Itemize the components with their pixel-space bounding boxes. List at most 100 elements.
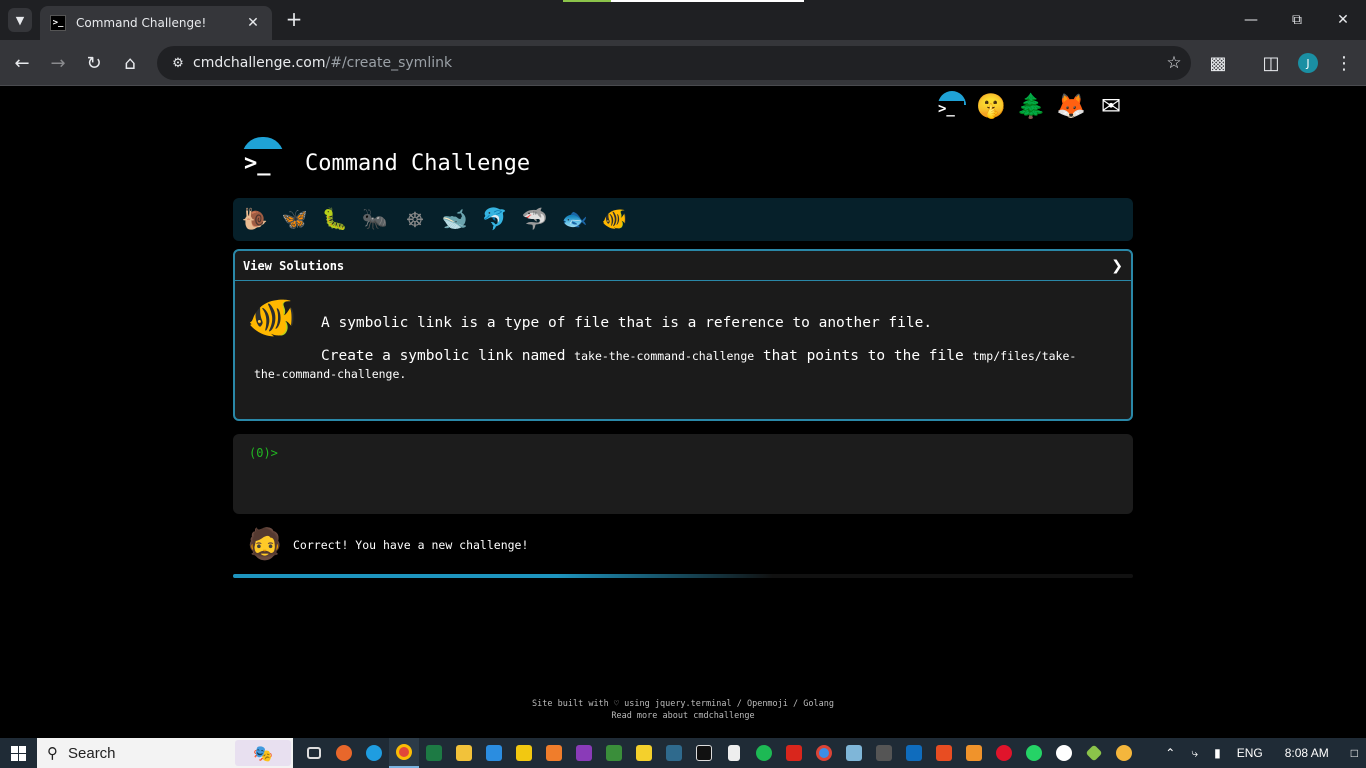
page-title: Command Challenge: [305, 151, 531, 176]
whale-icon[interactable]: 🐋: [441, 206, 469, 234]
progress-bar: [233, 574, 1133, 578]
battery-icon[interactable]: ▮: [1214, 746, 1221, 760]
browser-toolbar: ← → ↻ ⌂ ⚙ cmdchallenge.com/#/create_syml…: [0, 40, 1366, 86]
tab-close-icon[interactable]: ✕: [244, 15, 262, 31]
bookmark-star-icon[interactable]: ☆: [1157, 53, 1191, 73]
c-app-icon[interactable]: [869, 738, 899, 768]
wheel-icon[interactable]: ☸: [401, 206, 429, 234]
tab-search-button[interactable]: ▼: [8, 8, 32, 32]
whatsapp-icon[interactable]: [1019, 738, 1049, 768]
brave-icon[interactable]: [929, 738, 959, 768]
site-logo: >_: [242, 137, 284, 181]
start-button[interactable]: [0, 738, 36, 768]
shushing-face-icon[interactable]: 🤫: [976, 91, 1006, 121]
browser-tab[interactable]: >_ Command Challenge! ✕: [40, 6, 272, 40]
url-path: /#/create_symlink: [325, 55, 453, 71]
minimize-button[interactable]: —: [1228, 0, 1274, 40]
menu-icon[interactable]: ⋮: [1330, 49, 1358, 77]
windows-logo-icon: [10, 745, 26, 761]
link-name: take-the-command-challenge: [574, 349, 755, 363]
kite-icon[interactable]: [1079, 738, 1109, 768]
reload-button[interactable]: ↻: [80, 49, 108, 77]
system-tray: ⌃ ⤷ ▮ ENG 8:08 AM □: [1157, 738, 1366, 768]
envelope-icon[interactable]: ✉: [1096, 91, 1126, 121]
search-icon: ⚲: [47, 744, 58, 762]
footer-credits[interactable]: Site built with ♡ using jquery.terminal …: [0, 698, 1366, 710]
taskbar-apps: [299, 738, 1139, 768]
file-icon[interactable]: [719, 738, 749, 768]
edge-icon[interactable]: [359, 738, 389, 768]
ant-icon[interactable]: 🐜: [361, 206, 389, 234]
spotify-icon[interactable]: [749, 738, 779, 768]
tableau-icon[interactable]: [599, 738, 629, 768]
task-prefix: Create a symbolic link named: [321, 348, 566, 364]
gitlab-icon[interactable]: 🦊: [1056, 91, 1086, 121]
acrobat-icon[interactable]: [779, 738, 809, 768]
dolphin-icon[interactable]: 🐬: [481, 206, 509, 234]
pycharm-icon[interactable]: [689, 738, 719, 768]
vscode-icon[interactable]: [479, 738, 509, 768]
chevron-up-icon[interactable]: ⌃: [1165, 746, 1175, 760]
fish-icon[interactable]: 🐟: [561, 206, 589, 234]
bearded-person-icon: 🧔: [246, 527, 284, 562]
terminal-logo-icon[interactable]: >_: [936, 91, 966, 121]
terminal-prompt: (0)>: [249, 446, 278, 460]
firefox-icon[interactable]: [329, 738, 359, 768]
task-middle: that points to the file: [762, 348, 964, 364]
home-button[interactable]: ⌂: [116, 49, 144, 77]
profile-avatar[interactable]: J: [1298, 53, 1318, 73]
level-progress-bar: 🐌 🦋 🐛 🐜 ☸ 🐋 🐬 🦈 🐟 🐠: [233, 198, 1133, 241]
excel-icon[interactable]: [419, 738, 449, 768]
language-indicator[interactable]: ENG: [1237, 746, 1263, 760]
footer-about-link[interactable]: Read more about cmdchallenge: [0, 710, 1366, 722]
mysql-icon[interactable]: [659, 738, 689, 768]
tree-icon[interactable]: 🌲: [1016, 91, 1046, 121]
tropical-fish-icon: 🐠: [247, 295, 297, 341]
forward-button[interactable]: →: [44, 49, 72, 77]
search-label: Search: [68, 744, 116, 762]
opera-icon[interactable]: [989, 738, 1019, 768]
wifi-icon[interactable]: ⤷: [1191, 746, 1198, 761]
taskbar-search[interactable]: ⚲ Search 🎭: [37, 738, 293, 768]
restore-button[interactable]: ⧉: [1274, 0, 1320, 40]
side-panel-icon[interactable]: ◫: [1257, 49, 1285, 77]
terminal[interactable]: (0)>: [233, 434, 1133, 514]
window-drag-indicator: [563, 0, 804, 2]
site-info-icon[interactable]: ⚙: [163, 56, 193, 71]
tropical-fish-icon[interactable]: 🐠: [601, 206, 629, 234]
close-window-button[interactable]: ✕: [1320, 0, 1366, 40]
view-solutions-toggle[interactable]: View Solutions ❯: [235, 251, 1131, 281]
browser-tab-bar: ▼ >_ Command Challenge! ✕ + — ⧉ ✕: [0, 0, 1366, 40]
git-gui-icon[interactable]: [959, 738, 989, 768]
shark-icon[interactable]: 🦈: [521, 206, 549, 234]
url-text[interactable]: cmdchallenge.com/#/create_symlink: [193, 55, 1157, 71]
chrome-alt-icon[interactable]: [809, 738, 839, 768]
address-bar[interactable]: ⚙ cmdchallenge.com/#/create_symlink ☆: [157, 46, 1191, 80]
outlook-icon[interactable]: [899, 738, 929, 768]
chrome-icon[interactable]: [389, 738, 419, 768]
footer: Site built with ♡ using jquery.terminal …: [0, 698, 1366, 722]
penguin-icon[interactable]: [1049, 738, 1079, 768]
back-button[interactable]: ←: [8, 49, 36, 77]
butterfly-icon[interactable]: 🦋: [281, 206, 309, 234]
chevron-right-icon: ❯: [1111, 257, 1123, 274]
extensions-icon[interactable]: ▩: [1204, 49, 1232, 77]
weather-icon[interactable]: [1109, 738, 1139, 768]
url-host: cmdchallenge.com: [193, 55, 326, 71]
onenote-icon[interactable]: [569, 738, 599, 768]
new-tab-button[interactable]: +: [282, 8, 306, 32]
xampp-icon[interactable]: [539, 738, 569, 768]
clock[interactable]: 8:08 AM: [1285, 746, 1329, 760]
tab-favicon-icon: >_: [50, 15, 66, 31]
task-view-icon[interactable]: [299, 738, 329, 768]
powerbi-icon[interactable]: [509, 738, 539, 768]
notepad-icon[interactable]: [839, 738, 869, 768]
header-links: >_ 🤫 🌲 🦊 ✉: [936, 91, 1126, 121]
task-suffix: .: [399, 367, 407, 381]
notifications-icon[interactable]: □: [1351, 746, 1358, 760]
caterpillar-icon[interactable]: 🐛: [321, 206, 349, 234]
file-explorer-icon[interactable]: [449, 738, 479, 768]
snail-icon[interactable]: 🐌: [241, 206, 269, 234]
sticky-notes-icon[interactable]: [629, 738, 659, 768]
challenge-task: Create a symbolic link named take-the-co…: [254, 347, 1096, 383]
